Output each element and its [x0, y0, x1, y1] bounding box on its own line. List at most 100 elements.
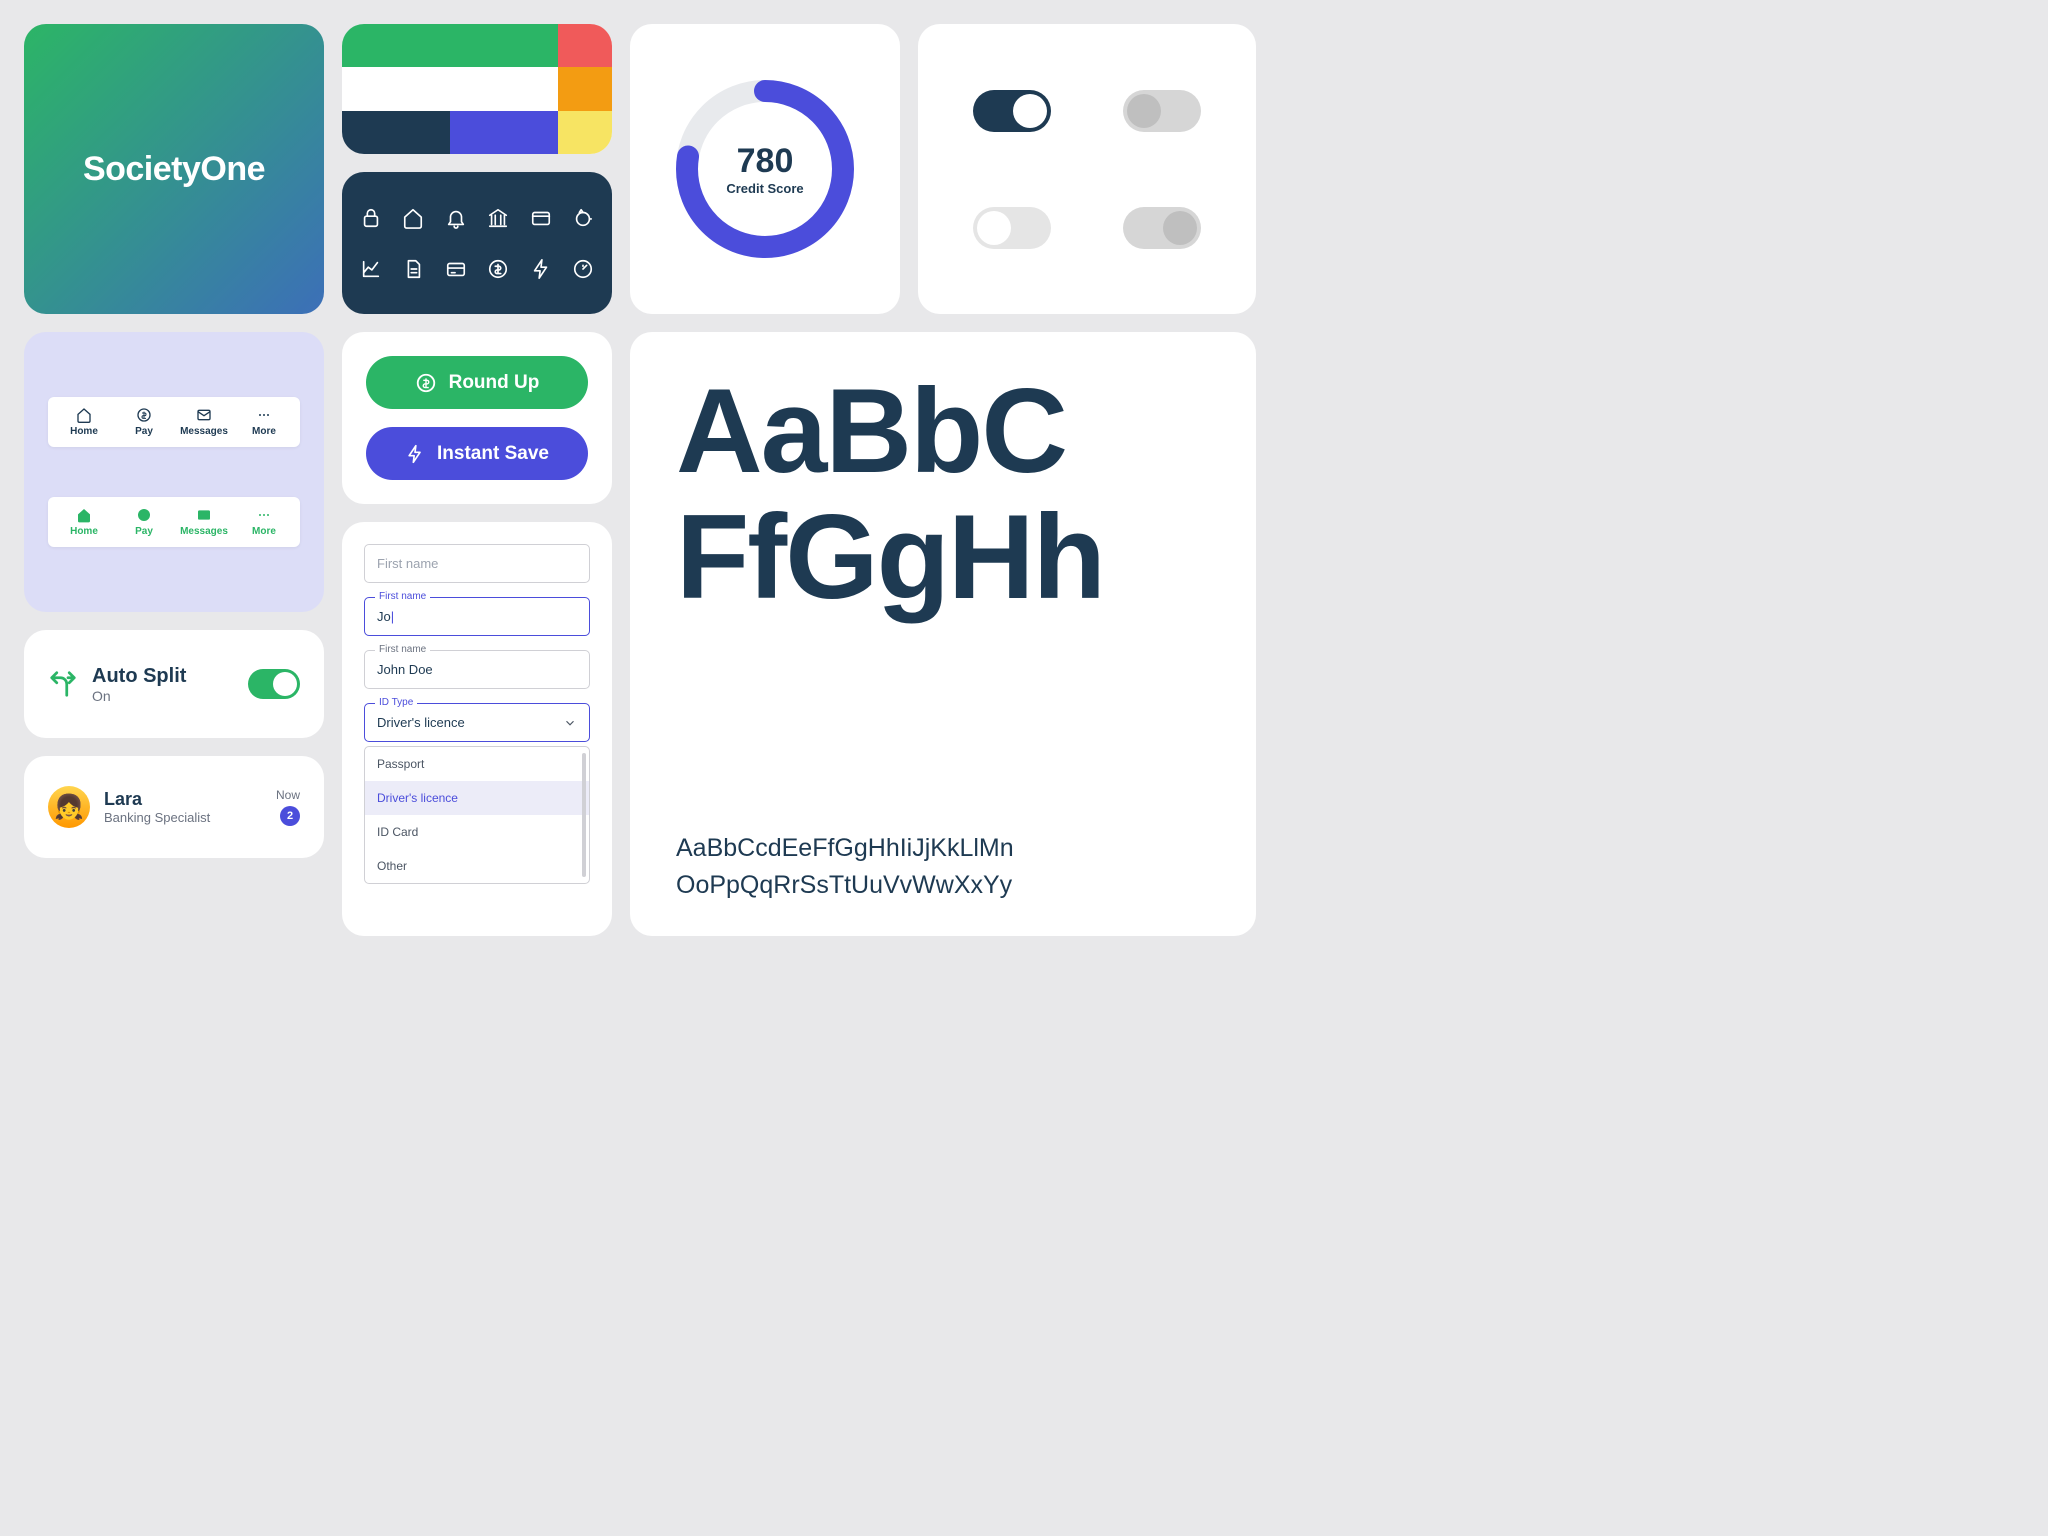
bolt-icon	[405, 444, 425, 464]
select-value: Driver's licence	[377, 715, 465, 730]
more-icon	[256, 507, 272, 523]
toggle-off-light[interactable]	[973, 207, 1051, 249]
option-other[interactable]: Other	[365, 849, 589, 883]
nav-home[interactable]: Home	[54, 407, 114, 437]
field-label: ID Type	[375, 697, 417, 708]
unread-badge: 2	[280, 806, 300, 826]
forms-card: First name First name Jo| First name Joh…	[342, 522, 612, 936]
auto-split-title: Auto Split	[92, 665, 234, 688]
dollar-cycle-icon	[415, 372, 437, 394]
card2-icon	[445, 258, 467, 280]
type-specimen-big2: FfGgHh	[676, 494, 1210, 620]
navbar-green: Home Pay Messages More	[48, 497, 300, 547]
nav-pay[interactable]: Pay	[114, 507, 174, 537]
toggle-on-grey[interactable]	[1123, 207, 1201, 249]
field-label: First name	[375, 591, 430, 602]
icon-tray	[342, 172, 612, 314]
mail-icon	[196, 507, 212, 523]
id-type-select[interactable]: ID Type Driver's licence	[364, 703, 590, 742]
toggles-card	[918, 24, 1256, 314]
chat-name: Lara	[104, 789, 262, 810]
nav-pay[interactable]: Pay	[114, 407, 174, 437]
nav-more[interactable]: More	[234, 507, 294, 537]
nav-label: Home	[70, 426, 98, 437]
option-drivers-licence[interactable]: Driver's licence	[365, 781, 589, 815]
dollar-cycle-icon	[487, 258, 509, 280]
nav-label: Home	[70, 526, 98, 537]
field-value: John Doe	[377, 662, 433, 677]
type-specimen-big1: AaBbC	[676, 368, 1210, 494]
id-type-dropdown: Passport Driver's licence ID Card Other	[364, 746, 590, 884]
chevron-down-icon	[563, 716, 577, 730]
button-label: Round Up	[449, 372, 540, 394]
credit-score-label: Credit Score	[726, 181, 803, 196]
toggle-on-navy[interactable]	[973, 90, 1051, 132]
typography-card: AaBbC FfGgHh AaBbCcdEeFfGgHhIiJjKkLlMn O…	[630, 332, 1256, 936]
nav-messages[interactable]: Messages	[174, 407, 234, 437]
split-icon	[48, 669, 78, 699]
swatch-orange	[558, 67, 612, 110]
auto-split-status: On	[92, 688, 234, 704]
toggle-off-grey[interactable]	[1123, 90, 1201, 132]
nav-messages[interactable]: Messages	[174, 507, 234, 537]
nav-more[interactable]: More	[234, 407, 294, 437]
navbar-showcase: Home Pay Messages More Home	[24, 332, 324, 612]
home-icon	[76, 407, 92, 423]
lock-icon	[360, 207, 382, 229]
chat-timestamp: Now	[276, 788, 300, 802]
first-name-field-empty[interactable]: First name	[364, 544, 590, 583]
card-icon	[530, 207, 552, 229]
swatch-white	[342, 67, 558, 110]
nav-label: Messages	[180, 426, 228, 437]
buttons-card: Round Up Instant Save	[342, 332, 612, 504]
button-label: Instant Save	[437, 443, 549, 465]
bell-icon	[445, 207, 467, 229]
dollar-icon	[136, 407, 152, 423]
credit-score-card: 780 Credit Score	[630, 24, 900, 314]
swatch-green	[342, 24, 558, 67]
nav-home[interactable]: Home	[54, 507, 114, 537]
swatch-blue	[450, 111, 558, 154]
color-palette	[342, 24, 612, 154]
chat-card[interactable]: 👧 Lara Banking Specialist Now 2	[24, 756, 324, 858]
field-value: Jo|	[377, 609, 394, 624]
first-name-field-typing[interactable]: First name Jo|	[364, 597, 590, 636]
auto-split-card: Auto Split On	[24, 630, 324, 738]
scrollbar[interactable]	[582, 753, 586, 877]
credit-score-value: 780	[737, 142, 794, 181]
navbar-dark: Home Pay Messages More	[48, 397, 300, 447]
placeholder: First name	[377, 556, 438, 571]
doc-icon	[402, 258, 424, 280]
round-up-button[interactable]: Round Up	[366, 356, 588, 409]
avatar: 👧	[48, 786, 90, 828]
nav-label: More	[252, 426, 276, 437]
home-icon	[402, 207, 424, 229]
mail-icon	[196, 407, 212, 423]
logo-card: SocietyOne	[24, 24, 324, 314]
swatch-yellow	[558, 111, 612, 154]
brand-logo: SocietyOne	[83, 150, 265, 189]
auto-split-toggle[interactable]	[248, 669, 300, 699]
swatch-navy	[342, 111, 450, 154]
first-name-field-filled[interactable]: First name John Doe	[364, 650, 590, 689]
nav-label: Messages	[180, 526, 228, 537]
option-id-card[interactable]: ID Card	[365, 815, 589, 849]
more-icon	[256, 407, 272, 423]
option-passport[interactable]: Passport	[365, 747, 589, 781]
field-label: First name	[375, 644, 430, 655]
type-specimen-line2: OoPpQqRrSsTtUuVvWwXxYy	[676, 871, 1210, 900]
home-icon	[76, 507, 92, 523]
instant-save-button[interactable]: Instant Save	[366, 427, 588, 480]
type-specimen-line1: AaBbCcdEeFfGgHhIiJjKkLlMn	[676, 834, 1210, 863]
dollar-icon	[136, 507, 152, 523]
nav-label: Pay	[135, 526, 153, 537]
bank-icon	[487, 207, 509, 229]
swatch-red	[558, 24, 612, 67]
gauge-icon	[572, 258, 594, 280]
nav-label: Pay	[135, 426, 153, 437]
graph-icon	[360, 258, 382, 280]
bolt-icon	[530, 258, 552, 280]
nav-label: More	[252, 526, 276, 537]
chat-role: Banking Specialist	[104, 810, 262, 825]
piggy-icon	[572, 207, 594, 229]
